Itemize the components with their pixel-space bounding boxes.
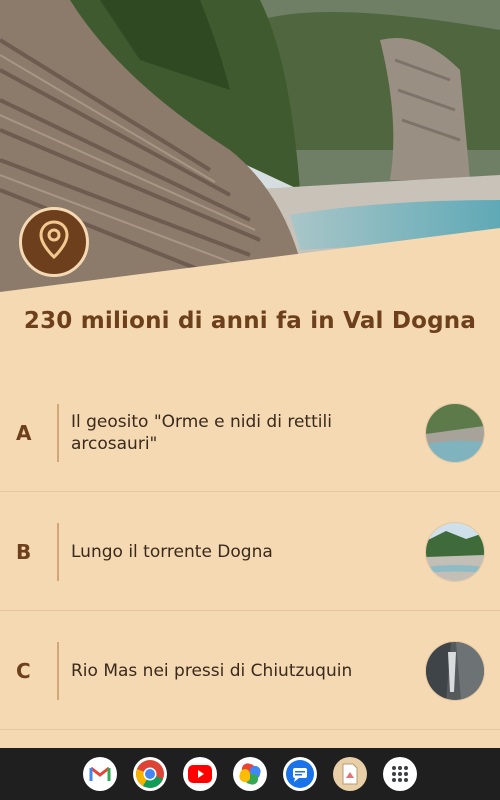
chrome-icon[interactable]: [133, 757, 167, 791]
location-pin-button[interactable]: [19, 207, 89, 277]
choice-label: Il geosito "Orme e nidi di rettili arcos…: [71, 411, 332, 454]
page-title: 230 milioni di anni fa in Val Dogna: [23, 308, 477, 334]
messages-icon[interactable]: [283, 757, 317, 791]
taskbar: [0, 748, 500, 800]
divider: [57, 404, 59, 462]
photos-icon[interactable]: [233, 757, 267, 791]
youtube-icon[interactable]: [183, 757, 217, 791]
gmail-icon[interactable]: [83, 757, 117, 791]
choice-letter: B: [16, 539, 32, 564]
choice-item-b[interactable]: B Lungo il torrente Dogna: [0, 492, 500, 611]
choice-item-c[interactable]: C Rio Mas nei pressi di Chiutzuquin: [0, 611, 500, 730]
choice-thumbnail: [425, 522, 485, 582]
choice-item-a[interactable]: A Il geosito "Orme e nidi di rettili arc…: [0, 373, 500, 492]
choice-letter: A: [16, 420, 32, 445]
choice-label: Lungo il torrente Dogna: [71, 541, 273, 562]
choice-letter: C: [16, 658, 31, 683]
divider: [57, 642, 59, 700]
files-icon[interactable]: [333, 757, 367, 791]
divider: [57, 523, 59, 581]
app-drawer-icon[interactable]: [383, 757, 417, 791]
map-pin-icon: [38, 220, 70, 264]
choice-label: Rio Mas nei pressi di Chiutzuquin: [71, 660, 353, 681]
choice-thumbnail: [425, 403, 485, 463]
choice-list: A Il geosito "Orme e nidi di rettili arc…: [0, 373, 500, 730]
choice-thumbnail: [425, 641, 485, 701]
